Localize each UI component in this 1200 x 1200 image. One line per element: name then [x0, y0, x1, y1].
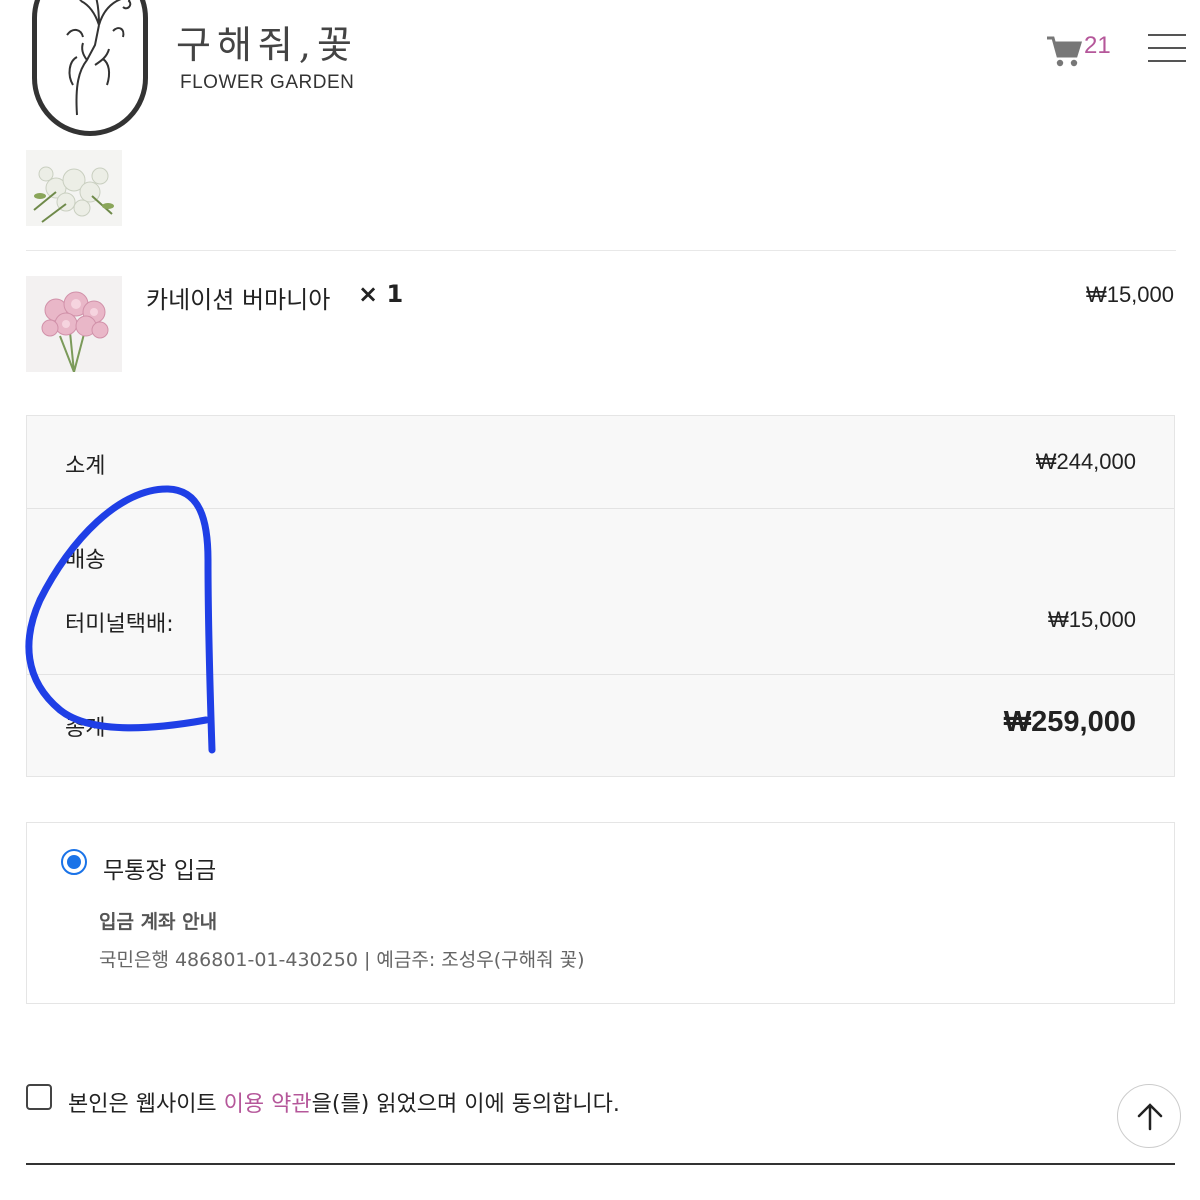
logo-title: 구해줘,꽃 — [176, 23, 358, 67]
bottom-divider — [26, 1163, 1175, 1165]
terms-checkbox[interactable] — [26, 1084, 52, 1110]
total-value: ₩259,000 — [1003, 706, 1136, 738]
terms-text-suffix: 을(를) 읽었으며 이에 동의합니다. — [311, 1092, 620, 1117]
order-item-quantity: × 1 — [358, 280, 404, 308]
payment-method-box: 무통장 입금 입금 계좌 안내 국민은행 486801-01-430250 | … — [26, 822, 1175, 1004]
item-divider — [26, 250, 1176, 251]
shipping-method: 터미널택배: — [65, 612, 174, 637]
logo-subtitle: FLOWER GARDEN — [180, 72, 355, 93]
terms-agreement-text: 본인은 웹사이트 이용 약관을(를) 읽었으며 이에 동의합니다. — [68, 1086, 620, 1118]
flower-hand-logo-icon — [66, 0, 132, 116]
shipping-label: 배송 — [65, 548, 106, 573]
order-item-price: ₩15,000 — [1085, 282, 1174, 307]
subtotal-value: ₩244,000 — [1035, 449, 1136, 474]
totals-divider — [27, 674, 1174, 675]
logo-emblem[interactable] — [32, 0, 148, 136]
cart-icon[interactable] — [1046, 34, 1082, 68]
terms-text-prefix: 본인은 웹사이트 — [68, 1092, 224, 1117]
totals-divider — [27, 508, 1174, 509]
bank-account-title: 입금 계좌 안내 — [99, 911, 218, 933]
scroll-to-top-button[interactable] — [1117, 1084, 1181, 1148]
bank-transfer-radio[interactable] — [61, 849, 87, 875]
site-header: 구해줘,꽃 FLOWER GARDEN 21 — [0, 0, 1200, 150]
order-item-name: 카네이션 버마니아 — [146, 286, 331, 314]
bank-account-info: 국민은행 486801-01-430250 | 예금주: 조성우(구해줘 꽃) — [99, 949, 585, 971]
product-thumbnail-carnation[interactable] — [26, 276, 122, 372]
hamburger-menu-icon[interactable] — [1148, 34, 1186, 64]
cart-count-badge[interactable]: 21 — [1084, 32, 1111, 60]
payment-method-label[interactable]: 무통장 입금 — [103, 851, 216, 885]
terms-link[interactable]: 이용 약관 — [224, 1092, 312, 1117]
arrow-up-icon — [1137, 1103, 1163, 1131]
order-totals-table: 소계 ₩244,000 배송 터미널택배: ₩15,000 총계 ₩259,00… — [26, 415, 1175, 777]
shipping-value: ₩15,000 — [1047, 607, 1136, 632]
total-label: 총계 — [65, 716, 106, 741]
subtotal-label: 소계 — [65, 454, 106, 479]
